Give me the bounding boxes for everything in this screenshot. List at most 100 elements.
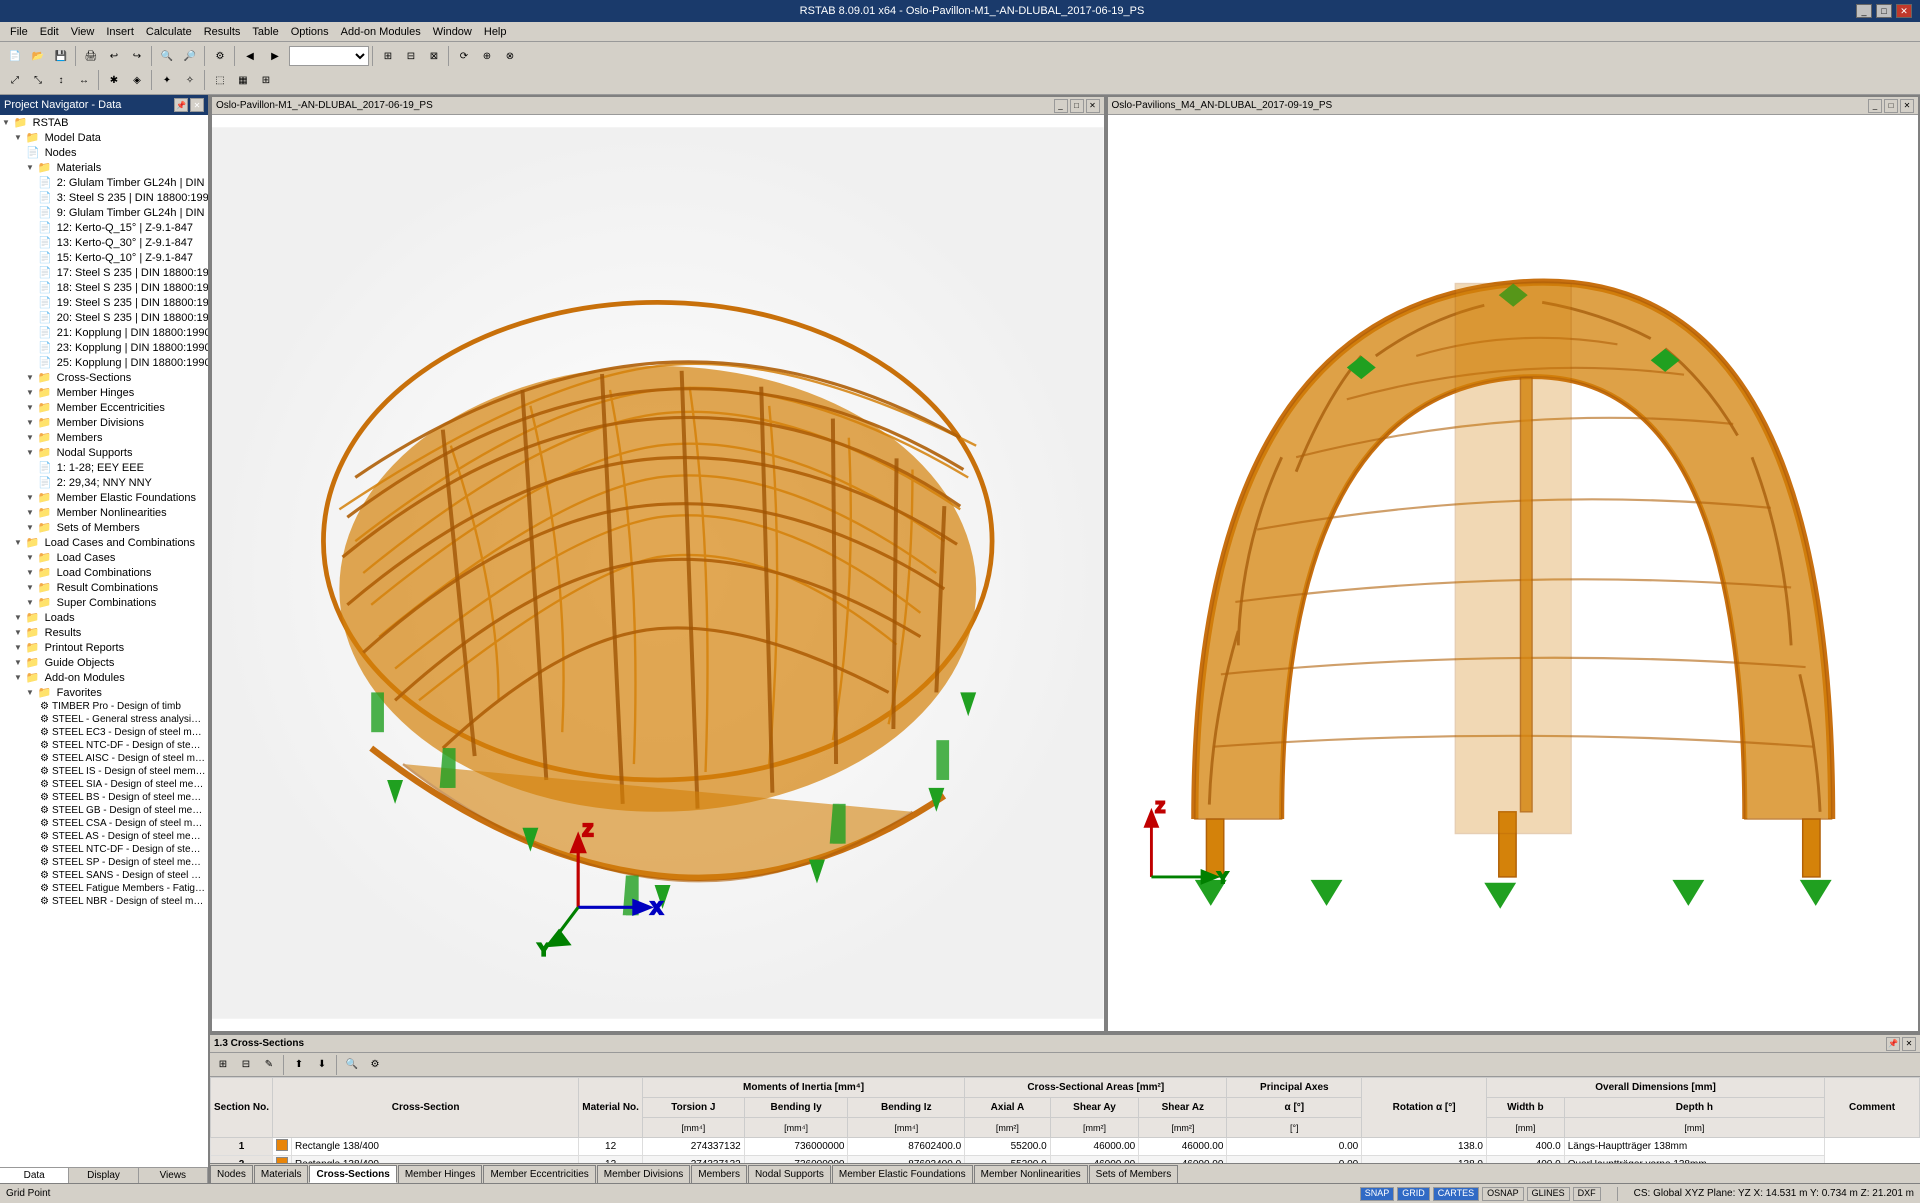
tab-members[interactable]: Members xyxy=(691,1165,747,1183)
grid-close-btn[interactable]: ✕ xyxy=(1902,1037,1916,1051)
tab-member-nonlinearities[interactable]: Member Nonlinearities xyxy=(974,1165,1088,1183)
nav-close-btn[interactable]: ✕ xyxy=(190,98,204,112)
tree-item-mat-9[interactable]: 📄9: Glulam Timber GL24h | DIN xyxy=(0,205,208,220)
status-btn-osnap[interactable]: OSNAP xyxy=(1482,1187,1524,1201)
tab-member-elastic-foundations[interactable]: Member Elastic Foundations xyxy=(832,1165,973,1183)
tb2-7[interactable]: ✦ xyxy=(156,69,178,91)
tb2-11[interactable]: ⊞ xyxy=(255,69,277,91)
grid-pin-btn[interactable]: 📌 xyxy=(1886,1037,1900,1051)
tb2-9[interactable]: ⬚ xyxy=(209,69,231,91)
nav-next-btn[interactable]: ▶ xyxy=(264,45,286,67)
status-btn-cartes[interactable]: CARTES xyxy=(1433,1187,1479,1201)
data-grid-scroll[interactable]: Section No.Cross-SectionMaterial No.Mome… xyxy=(210,1077,1920,1165)
tb2-10[interactable]: ▦ xyxy=(232,69,254,91)
tree-item-steel-is[interactable]: ⚙STEEL IS - Design of steel member xyxy=(0,765,208,778)
tree-item-loads[interactable]: ▼📁Loads xyxy=(0,610,208,625)
tree-item-nodal-2[interactable]: 📄2: 29,34; NNY NNY xyxy=(0,475,208,490)
tb-extra-2[interactable]: ⊟ xyxy=(400,45,422,67)
vp1-max-btn[interactable]: □ xyxy=(1070,99,1084,113)
tab-member-hinges[interactable]: Member Hinges xyxy=(398,1165,483,1183)
tab-materials[interactable]: Materials xyxy=(254,1165,309,1183)
zoom-out-btn[interactable]: 🔎 xyxy=(179,45,201,67)
tree-item-mat-19[interactable]: 📄19: Steel S 235 | DIN 18800:199C xyxy=(0,295,208,310)
grid-tb-1[interactable]: ⊞ xyxy=(212,1054,234,1076)
tree-item-favorites[interactable]: ▼📁Favorites xyxy=(0,685,208,700)
tree-item-mat-25[interactable]: 📄25: Kopplung | DIN 18800:1990 xyxy=(0,355,208,370)
tb2-6[interactable]: ◈ xyxy=(126,69,148,91)
vp1-min-btn[interactable]: _ xyxy=(1054,99,1068,113)
nav-pin-btn[interactable]: 📌 xyxy=(174,98,188,112)
tree-item-mat-17[interactable]: 📄17: Steel S 235 | DIN 18800:199C xyxy=(0,265,208,280)
tree-item-mat-15[interactable]: 📄15: Kerto-Q_10° | Z-9.1-847 xyxy=(0,250,208,265)
tree-item-mat-18[interactable]: 📄18: Steel S 235 | DIN 18800:199C xyxy=(0,280,208,295)
nav-tab-views[interactable]: Views xyxy=(139,1168,208,1183)
menu-item-window[interactable]: Window xyxy=(427,25,478,39)
menu-item-add-on modules[interactable]: Add-on Modules xyxy=(335,25,427,39)
grid-tb-4[interactable]: ⬆ xyxy=(288,1054,310,1076)
tree-item-member-nonlin[interactable]: ▼📁Member Nonlinearities xyxy=(0,505,208,520)
menu-item-table[interactable]: Table xyxy=(246,25,284,39)
tree-item-steel-aisc[interactable]: ⚙STEEL AISC - Design of steel mem xyxy=(0,752,208,765)
tree-item-member-elastic[interactable]: ▼📁Member Elastic Foundations xyxy=(0,490,208,505)
tree-item-steel-fatigue[interactable]: ⚙STEEL Fatigue Members - Fatigue xyxy=(0,882,208,895)
viewport-1-controls[interactable]: _ □ ✕ xyxy=(1054,99,1100,113)
zoom-in-btn[interactable]: 🔍 xyxy=(156,45,178,67)
vp2-close-btn[interactable]: ✕ xyxy=(1900,99,1914,113)
grid-tb-5[interactable]: ⬇ xyxy=(311,1054,333,1076)
new-btn[interactable]: 📄 xyxy=(4,45,26,67)
tree-item-member-hinges[interactable]: ▼📁Member Hinges xyxy=(0,385,208,400)
tree-item-member-divisions[interactable]: ▼📁Member Divisions xyxy=(0,415,208,430)
grid-tb-7[interactable]: ⚙ xyxy=(364,1054,386,1076)
tab-sets-of-members[interactable]: Sets of Members xyxy=(1089,1165,1179,1183)
tree-item-mat-12[interactable]: 📄12: Kerto-Q_15° | Z-9.1-847 xyxy=(0,220,208,235)
tree-item-steel-gb[interactable]: ⚙STEEL GB - Design of steel membe xyxy=(0,804,208,817)
tb2-5[interactable]: ✱ xyxy=(103,69,125,91)
grid-tb-6[interactable]: 🔍 xyxy=(341,1054,363,1076)
status-btn-grid[interactable]: GRID xyxy=(1397,1187,1430,1201)
tb-extra-6[interactable]: ⊗ xyxy=(499,45,521,67)
close-btn[interactable]: ✕ xyxy=(1896,4,1912,18)
status-buttons[interactable]: SNAPGRIDCARTESOSNAPGLINESDXF xyxy=(1360,1187,1601,1201)
tab-cross-sections[interactable]: Cross-Sections xyxy=(309,1165,396,1183)
status-btn-snap[interactable]: SNAP xyxy=(1360,1187,1395,1201)
print-btn[interactable]: 🖨 xyxy=(80,45,102,67)
status-btn-dxf[interactable]: DXF xyxy=(1573,1187,1601,1201)
menu-item-insert[interactable]: Insert xyxy=(100,25,140,39)
tree-item-nodes[interactable]: 📄Nodes xyxy=(0,145,208,160)
tb2-8[interactable]: ✧ xyxy=(179,69,201,91)
tree-item-steel-sans[interactable]: ⚙STEEL SANS - Design of steel mem xyxy=(0,869,208,882)
tree-item-steel-ntc-df[interactable]: ⚙STEEL NTC-DF - Design of steel mem xyxy=(0,739,208,752)
tb2-3[interactable]: ↕ xyxy=(50,69,72,91)
menu-item-file[interactable]: File xyxy=(4,25,34,39)
menu-item-calculate[interactable]: Calculate xyxy=(140,25,198,39)
tab-nodes[interactable]: Nodes xyxy=(210,1165,253,1183)
tree-item-steel-ntcdf2[interactable]: ⚙STEEL NTC-DF - Design of steel m xyxy=(0,843,208,856)
status-btn-glines[interactable]: GLINES xyxy=(1527,1187,1570,1201)
tree-item-steel-bs[interactable]: ⚙STEEL BS - Design of steel membe xyxy=(0,791,208,804)
menu-item-view[interactable]: View xyxy=(65,25,101,39)
tree-item-steel-sia[interactable]: ⚙STEEL SIA - Design of steel memb xyxy=(0,778,208,791)
nav-tab-display[interactable]: Display xyxy=(69,1168,138,1183)
tb2-4[interactable]: ↔ xyxy=(73,69,95,91)
tree-item-timber-pro[interactable]: ⚙TIMBER Pro - Design of timb xyxy=(0,700,208,713)
tree-item-sets-of-members[interactable]: ▼📁Sets of Members xyxy=(0,520,208,535)
lc-combo[interactable]: LC2 - a xyxy=(289,46,369,66)
tree-item-load-combinations[interactable]: ▼📁Load Combinations xyxy=(0,565,208,580)
tree-item-member-eccentricities[interactable]: ▼📁Member Eccentricities xyxy=(0,400,208,415)
tree-item-model-data[interactable]: ▼📁Model Data xyxy=(0,130,208,145)
tree-item-nodal-supports[interactable]: ▼📁Nodal Supports xyxy=(0,445,208,460)
tree-item-guide-objects[interactable]: ▼📁Guide Objects xyxy=(0,655,208,670)
undo-btn[interactable]: ↩ xyxy=(103,45,125,67)
vp2-max-btn[interactable]: □ xyxy=(1884,99,1898,113)
tb-extra-3[interactable]: ⊠ xyxy=(423,45,445,67)
menu-item-results[interactable]: Results xyxy=(198,25,247,39)
tree-item-steel-csa2[interactable]: ⚙STEEL CSA - Design of steel memb xyxy=(0,817,208,830)
viewport-2-controls[interactable]: _ □ ✕ xyxy=(1868,99,1914,113)
tree-item-nodal-1[interactable]: 📄1: 1-28; EEY EEE xyxy=(0,460,208,475)
tree-item-steel-nbr[interactable]: ⚙STEEL NBR - Design of steel mem l xyxy=(0,895,208,908)
tree-item-steel-csa[interactable]: ⚙STEEL - General stress analysis of s xyxy=(0,713,208,726)
table-row[interactable]: 1Rectangle 138/4001227433713273600000087… xyxy=(211,1138,1920,1156)
tab-member-eccentricities[interactable]: Member Eccentricities xyxy=(483,1165,595,1183)
tree-item-load-cases-comb[interactable]: ▼📁Load Cases and Combinations xyxy=(0,535,208,550)
tb-extra-4[interactable]: ⟳ xyxy=(453,45,475,67)
